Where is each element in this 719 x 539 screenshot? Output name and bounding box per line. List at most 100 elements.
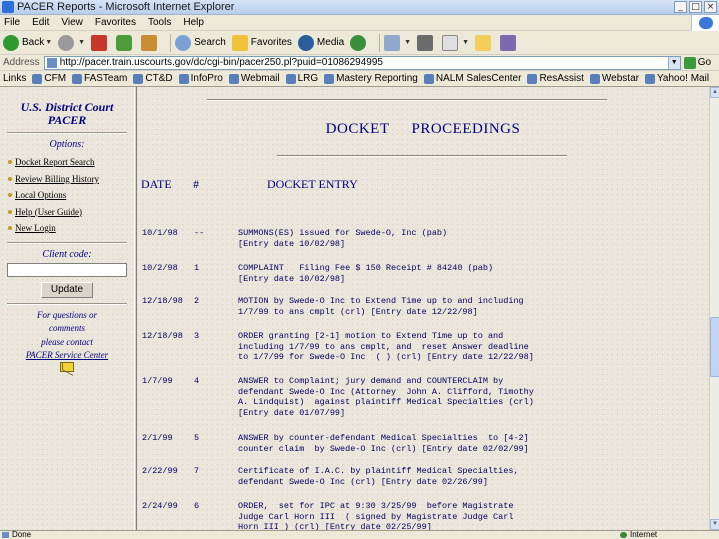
- scroll-down-icon[interactable]: ▼: [710, 519, 719, 530]
- link-webmail[interactable]: Webmail: [228, 73, 280, 84]
- link-page-icon: [228, 73, 239, 84]
- standard-toolbar: Back ▼ ▼ Search Favorites Media ▼ ▼: [0, 31, 719, 55]
- maximize-button[interactable]: □: [689, 1, 702, 13]
- print-button[interactable]: [417, 34, 436, 51]
- link-label: CT&D: [145, 73, 173, 84]
- forward-arrow-icon: [58, 34, 75, 51]
- vertical-scrollbar[interactable]: ▲ ▼: [709, 87, 719, 530]
- link-yahoo-mail[interactable]: Yahoo! Mail: [644, 73, 710, 84]
- go-arrow-icon: [683, 56, 696, 69]
- links-label: Links: [3, 73, 27, 84]
- scroll-thumb[interactable]: [710, 317, 719, 377]
- history-button[interactable]: [350, 34, 369, 51]
- back-arrow-icon: [3, 34, 19, 51]
- link-page-icon: [423, 73, 434, 84]
- link-fasteam[interactable]: FASTeam: [72, 73, 127, 84]
- link-label: Webstar: [601, 73, 639, 84]
- docket-title: DOCKET PROCEEDINGS: [325, 121, 521, 137]
- close-button[interactable]: ×: [704, 1, 717, 13]
- refresh-icon: [116, 34, 133, 51]
- column-docket-entry: DOCKET ENTRY: [267, 177, 358, 191]
- column-number: #: [193, 177, 199, 191]
- search-button[interactable]: Search: [175, 34, 226, 51]
- edit-button[interactable]: ▼: [442, 34, 469, 51]
- address-input[interactable]: http://pacer.train.uscourts.gov/dc/cgi-b…: [43, 55, 681, 70]
- messenger-button[interactable]: [500, 34, 519, 51]
- link-label: Mastery Reporting: [336, 73, 418, 84]
- docket-report-search-link[interactable]: Docket Report Search: [8, 154, 134, 171]
- address-bar: Address http://pacer.train.uscourts.gov/…: [0, 55, 719, 71]
- favorites-label: Favorites: [250, 37, 292, 48]
- refresh-button[interactable]: [116, 34, 135, 51]
- court-subtitle: PACER: [47, 113, 87, 127]
- window-controls: _ □ ×: [674, 1, 717, 13]
- client-code-input[interactable]: [7, 262, 127, 277]
- title-rule: [277, 155, 567, 157]
- envelope-icon[interactable]: [60, 362, 74, 372]
- sidebar-divider: [7, 132, 127, 134]
- link-page-icon: [527, 73, 538, 84]
- link-nalm-salescenter[interactable]: NALM SalesCenter: [423, 73, 522, 84]
- help-user-guide-link[interactable]: Help (User Guide): [8, 204, 134, 221]
- stop-button[interactable]: [91, 34, 110, 51]
- link-webstar[interactable]: Webstar: [589, 73, 639, 84]
- favorites-button[interactable]: Favorites: [231, 34, 292, 51]
- entry-date: 10/1/98: [142, 228, 178, 238]
- docket-frame: DOCKET PROCEEDINGS DATE # DOCKET ENTRY 1…: [137, 87, 709, 530]
- forward-button[interactable]: ▼: [58, 34, 85, 51]
- printer-icon: [417, 34, 434, 51]
- new-login-link[interactable]: New Login: [8, 220, 134, 237]
- back-button[interactable]: Back ▼: [3, 34, 52, 51]
- help-text-line: For questions or: [36, 309, 97, 320]
- update-button[interactable]: Update: [41, 281, 93, 298]
- menu-file[interactable]: File: [4, 17, 20, 28]
- entry-text: SUMMONS(ES) issued for Swede-O, Inc (pab…: [238, 228, 448, 249]
- entry-text: COMPLAINT Filing Fee $ 150 Receipt # 842…: [238, 263, 494, 284]
- chevron-down-icon: ▼: [404, 39, 412, 46]
- star-icon: [231, 34, 248, 51]
- address-url[interactable]: http://pacer.train.uscourts.gov/dc/cgi-b…: [60, 57, 668, 68]
- menu-favorites[interactable]: Favorites: [95, 17, 136, 28]
- entry-date: 12/18/98: [142, 331, 183, 341]
- media-label: Media: [316, 37, 345, 48]
- mail-button[interactable]: ▼: [384, 34, 412, 51]
- links-bar: Links CFM FASTeam CT&D InfoPro Webmail L…: [0, 71, 719, 87]
- address-dropdown-icon[interactable]: ▼: [667, 56, 680, 69]
- link-lrg[interactable]: LRG: [285, 73, 318, 84]
- media-button[interactable]: Media: [297, 34, 345, 51]
- link-page-icon: [589, 73, 600, 84]
- page-viewport: U.S. District Court PACER Options: Docke…: [0, 87, 719, 530]
- entry-date: 2/1/99: [142, 433, 173, 443]
- link-label: Yahoo! Mail: [656, 73, 710, 84]
- menu-help[interactable]: Help: [183, 17, 204, 28]
- menu-tools[interactable]: Tools: [148, 17, 171, 28]
- link-cfm[interactable]: CFM: [32, 73, 66, 84]
- scroll-up-icon[interactable]: ▲: [710, 87, 719, 98]
- menu-view[interactable]: View: [61, 17, 83, 28]
- link-label: CFM: [44, 73, 67, 84]
- link-ctd[interactable]: CT&D: [133, 73, 173, 84]
- folder-button[interactable]: [475, 34, 494, 51]
- link-page-icon: [644, 73, 655, 84]
- menu-edit[interactable]: Edit: [32, 17, 49, 28]
- link-infopro[interactable]: InfoPro: [178, 73, 223, 84]
- link-mastery-reporting[interactable]: Mastery Reporting: [324, 73, 418, 84]
- local-options-link[interactable]: Local Options: [8, 187, 134, 204]
- minimize-button[interactable]: _: [674, 1, 687, 13]
- go-button[interactable]: Go: [683, 56, 711, 69]
- media-icon: [297, 34, 314, 51]
- entry-text: ORDER granting [2-1] motion to Extend Ti…: [238, 331, 534, 363]
- pacer-service-center-link[interactable]: PACER Service Center: [0, 350, 134, 360]
- help-text-line: please contact: [41, 336, 93, 347]
- entry-text: ORDER, set for IPC at 9:30 3/25/99 befor…: [238, 501, 514, 530]
- link-resassist[interactable]: ResAssist: [527, 73, 584, 84]
- link-label: NALM SalesCenter: [435, 73, 522, 84]
- home-button[interactable]: [141, 34, 160, 51]
- menu-bar: File Edit View Favorites Tools Help: [0, 15, 719, 31]
- review-billing-history-link[interactable]: Review Billing History: [8, 171, 134, 188]
- history-icon: [350, 34, 367, 51]
- link-label: FASTeam: [84, 73, 128, 84]
- entry-date: 12/18/98: [142, 296, 183, 306]
- link-page-icon: [178, 73, 189, 84]
- sidebar-divider: [7, 241, 127, 244]
